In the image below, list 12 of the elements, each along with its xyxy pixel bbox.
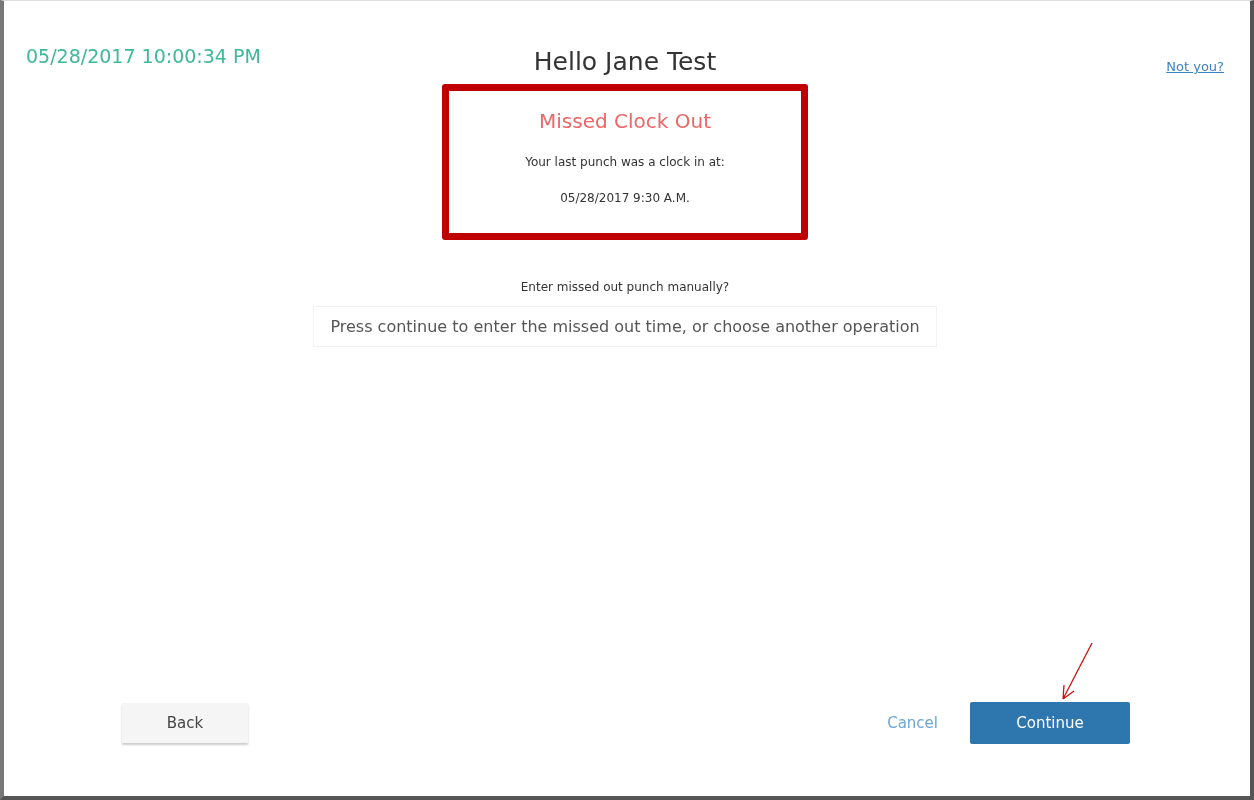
punch-time: 05/28/2017 9:30 A.M.: [560, 191, 690, 205]
back-button[interactable]: Back: [122, 703, 248, 743]
alert-title: Missed Clock Out: [539, 109, 711, 133]
cancel-link[interactable]: Cancel: [887, 714, 938, 732]
not-you-link[interactable]: Not you?: [924, 59, 1224, 74]
alert-message: Your last punch was a clock in at:: [525, 155, 725, 169]
arrow-icon: [1060, 642, 1094, 702]
continue-button[interactable]: Continue: [970, 702, 1130, 744]
instruction-text: Press continue to enter the missed out time, or choose another operation: [313, 306, 937, 347]
question-text: Enter missed out punch manually?: [520, 280, 730, 294]
timestamp: 05/28/2017 10:00:34 PM: [26, 45, 262, 67]
greeting-title: Hello Jane Test: [533, 47, 717, 76]
